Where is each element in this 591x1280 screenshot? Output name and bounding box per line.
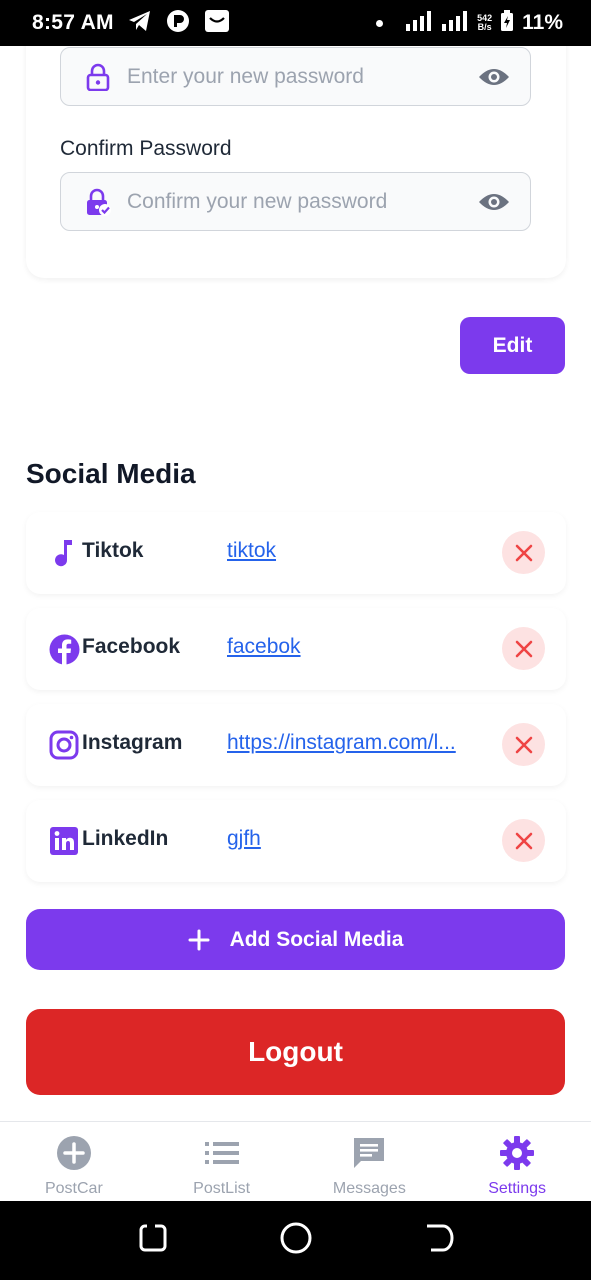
gear-icon — [498, 1134, 536, 1172]
mail-notification-icon — [204, 9, 230, 38]
close-icon — [515, 640, 532, 657]
telegram-icon — [128, 10, 152, 37]
back-button[interactable] — [423, 1222, 455, 1259]
tab-label: PostList — [193, 1180, 251, 1197]
delete-social-button[interactable] — [502, 723, 545, 766]
eye-icon[interactable] — [478, 192, 510, 212]
close-icon — [515, 832, 532, 849]
delete-social-button[interactable] — [502, 819, 545, 862]
social-link[interactable]: https://instagram.com/l... — [227, 731, 489, 755]
network-speed: 542 B/s — [477, 13, 493, 32]
lock-check-icon — [85, 188, 111, 216]
logout-button[interactable]: Logout — [26, 1009, 565, 1095]
social-link[interactable]: tiktok — [227, 539, 489, 563]
delete-social-button[interactable] — [502, 531, 545, 574]
facebook-icon — [48, 633, 80, 665]
battery-icon — [500, 9, 514, 37]
signal-icon-2 — [441, 10, 469, 37]
tab-postlist[interactable]: PostList — [148, 1122, 296, 1201]
add-circle-icon — [55, 1134, 93, 1172]
confirm-password-field[interactable]: Confirm your new password — [60, 172, 531, 231]
close-icon — [515, 736, 532, 753]
plus-icon — [188, 929, 210, 950]
back-icon — [426, 1224, 453, 1252]
confirm-password-label: Confirm Password — [60, 137, 232, 160]
social-link[interactable]: facebok — [227, 635, 489, 659]
tab-postcar[interactable]: PostCar — [0, 1122, 148, 1201]
instagram-icon — [48, 729, 80, 761]
social-item-tiktok: Tiktok tiktok — [26, 512, 566, 594]
signal-icon — [405, 10, 433, 37]
delete-social-button[interactable] — [502, 627, 545, 670]
close-icon — [515, 544, 532, 561]
eye-icon[interactable] — [478, 67, 510, 87]
social-name: Tiktok — [82, 539, 144, 562]
music-note-icon — [48, 537, 80, 569]
list-icon — [203, 1134, 241, 1172]
tab-label: Settings — [488, 1180, 547, 1197]
add-social-media-label: Add Social Media — [229, 927, 404, 951]
tab-settings[interactable]: Settings — [443, 1122, 591, 1201]
system-nav-bar — [0, 1201, 591, 1280]
battery-percent: 11% — [522, 11, 563, 34]
social-item-facebook: Facebook facebok — [26, 608, 566, 690]
recents-button[interactable] — [137, 1222, 169, 1259]
tab-label: Messages — [332, 1180, 406, 1197]
confirm-password-placeholder: Confirm your new password — [127, 189, 388, 213]
social-name: LinkedIn — [82, 827, 169, 850]
bottom-tab-bar: PostCar PostList Messages Settings — [0, 1121, 591, 1201]
tab-messages[interactable]: Messages — [296, 1122, 444, 1201]
settings-content[interactable]: Enter your new password Confirm Password… — [0, 46, 591, 1121]
social-name: Facebook — [82, 635, 181, 658]
linkedin-icon — [48, 825, 80, 857]
home-icon — [280, 1222, 311, 1254]
new-password-placeholder: Enter your new password — [127, 64, 364, 88]
lock-icon — [85, 63, 111, 91]
social-name: Instagram — [82, 731, 183, 754]
social-media-title: Social Media — [26, 458, 196, 489]
recents-icon — [139, 1224, 166, 1252]
social-item-linkedin: LinkedIn gjfh — [26, 800, 566, 882]
status-bar: 8:57 AM 542 B/s 11% — [0, 0, 591, 46]
tab-label: PostCar — [44, 1180, 103, 1197]
home-button[interactable] — [279, 1221, 313, 1260]
social-link[interactable]: gjfh — [227, 827, 489, 851]
app-notification-icon — [166, 9, 190, 38]
status-time: 8:57 AM — [32, 11, 114, 34]
edit-button[interactable]: Edit — [460, 317, 565, 374]
social-item-instagram: Instagram https://instagram.com/l... — [26, 704, 566, 786]
new-password-field[interactable]: Enter your new password — [60, 47, 531, 106]
add-social-media-button[interactable]: Add Social Media — [26, 909, 565, 970]
notification-dot-icon — [376, 19, 384, 27]
message-icon — [350, 1134, 388, 1172]
